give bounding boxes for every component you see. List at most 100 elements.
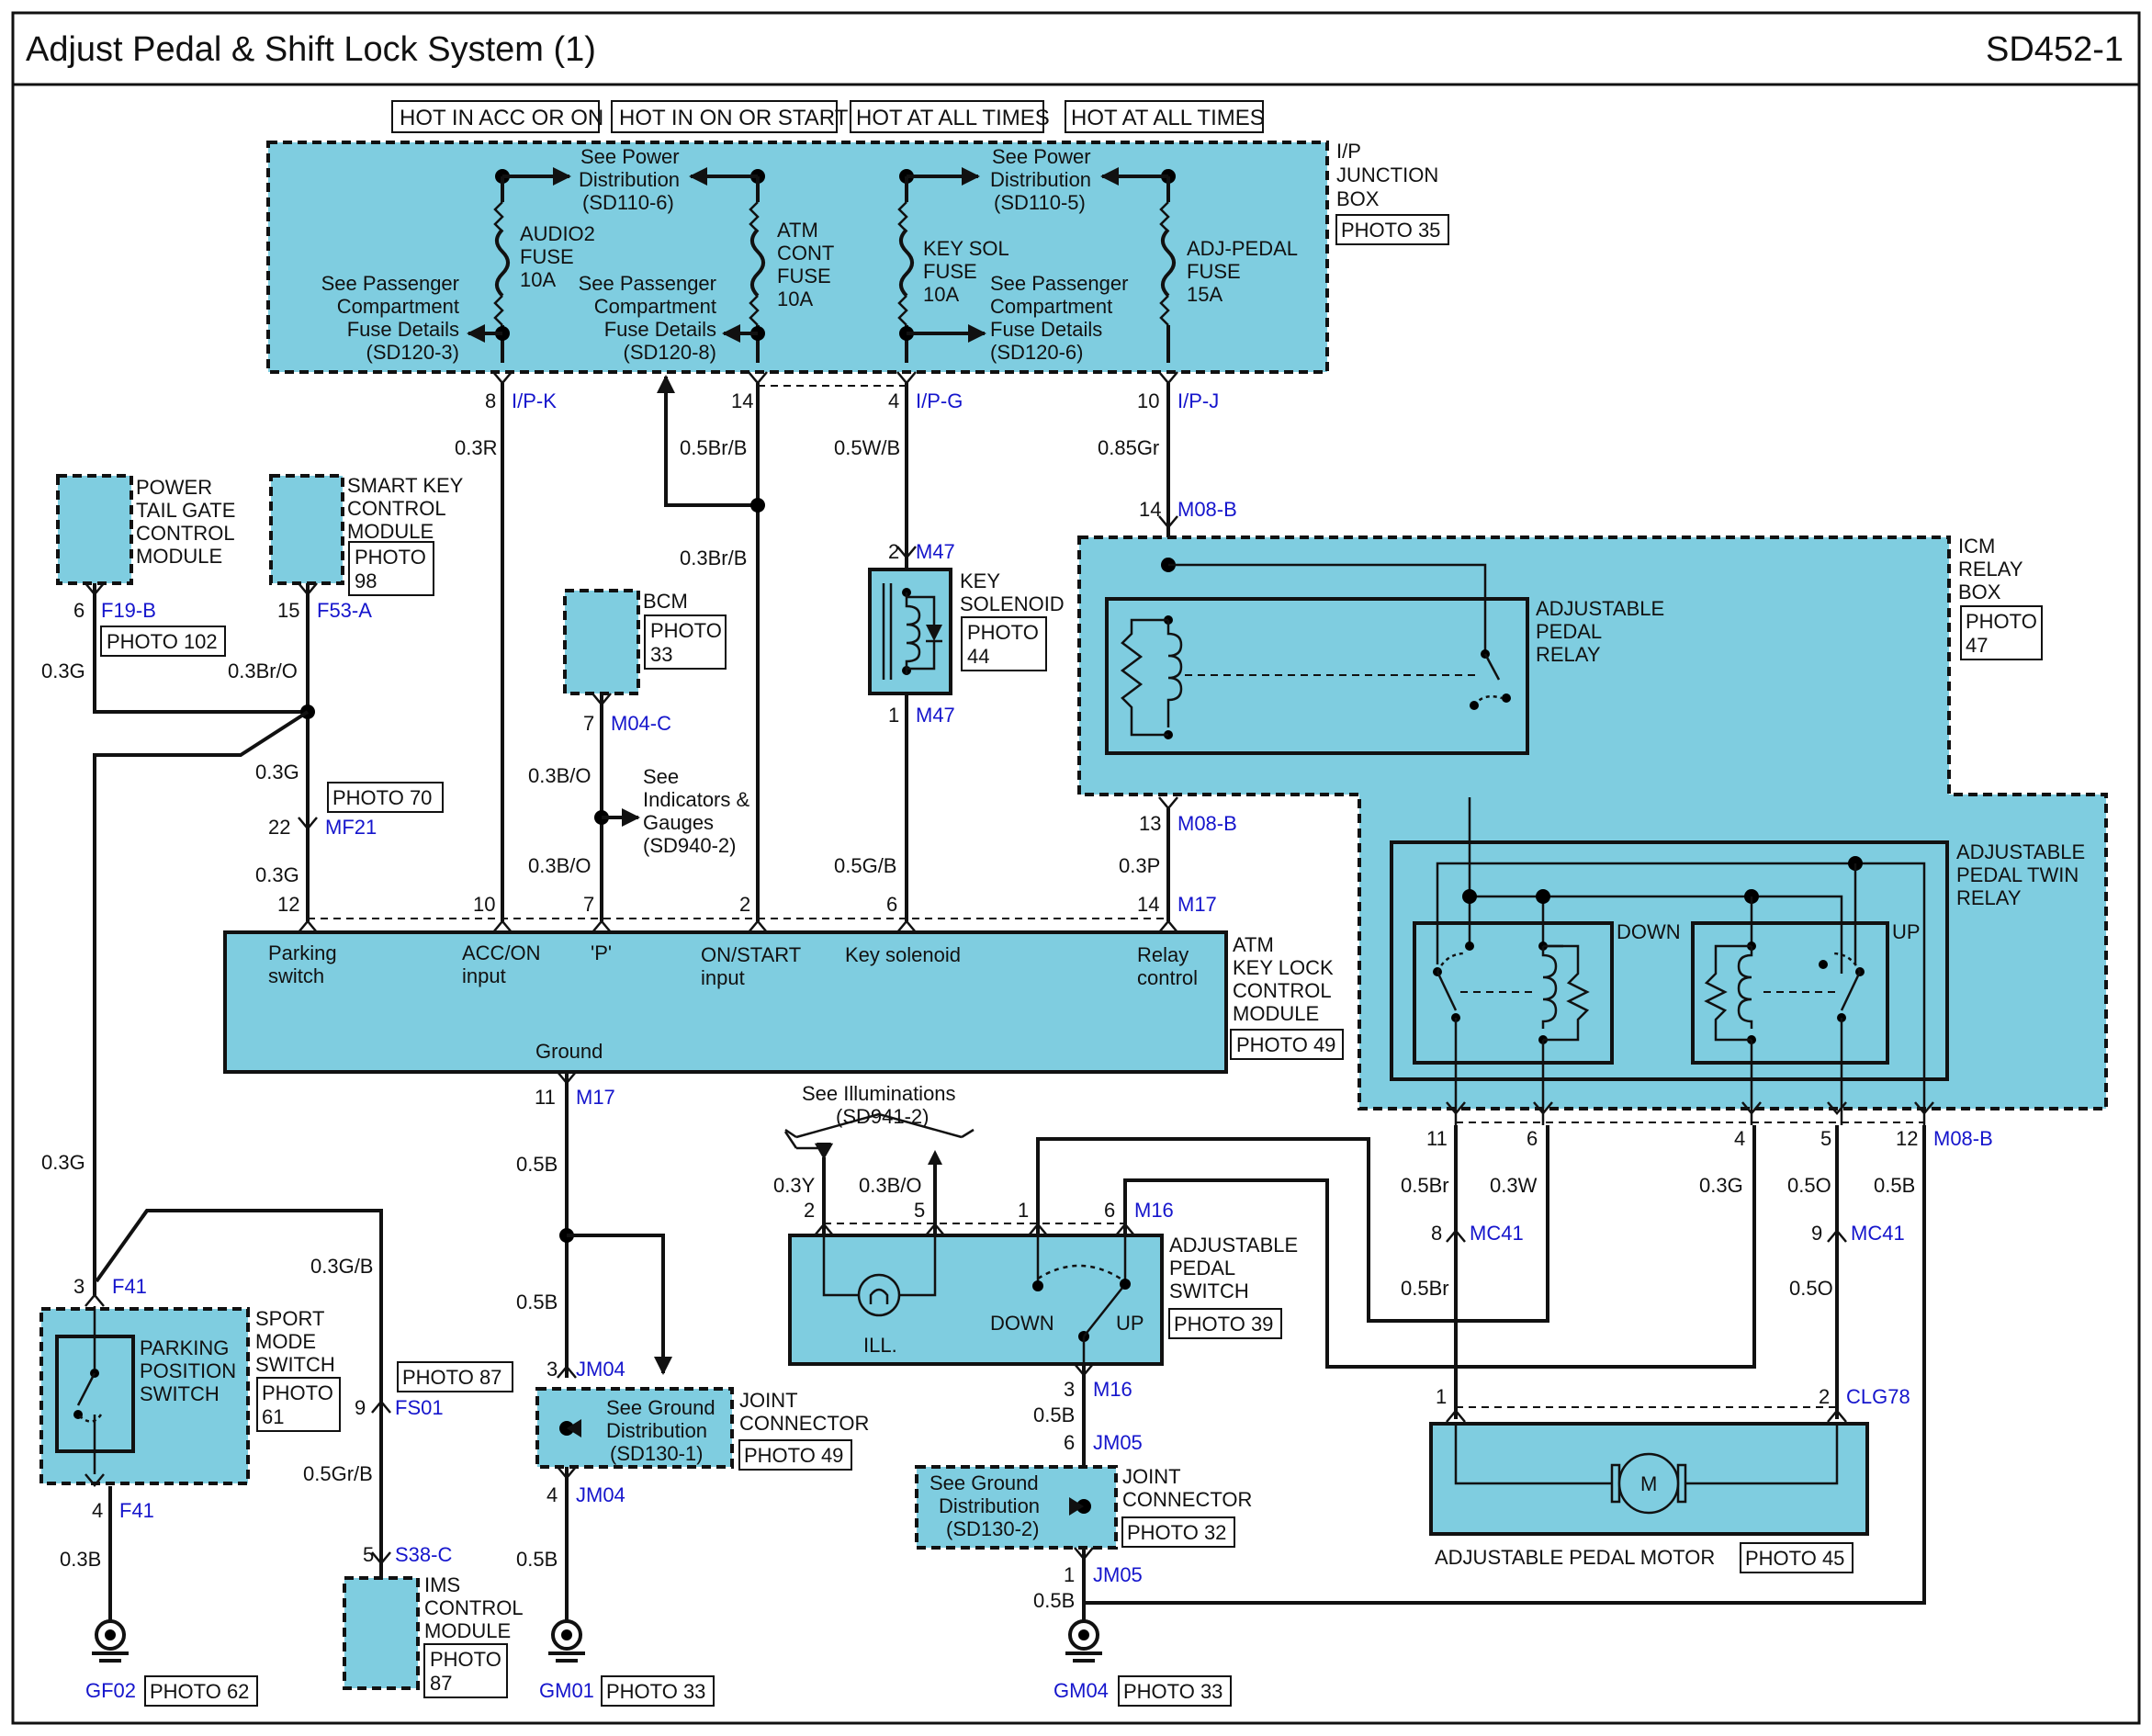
svg-text:1: 1	[888, 704, 899, 727]
svg-text:PHOTO 102: PHOTO 102	[107, 630, 218, 653]
adjustable-pedal-switch	[788, 1234, 1164, 1366]
svg-text:0.5G/B: 0.5G/B	[834, 854, 896, 877]
svg-text:0.5Br: 0.5Br	[1401, 1174, 1449, 1197]
power-tailgate-module	[56, 474, 133, 585]
svg-text:PHOTO 33: PHOTO 33	[1123, 1680, 1222, 1703]
svg-text:PHOTO 33: PHOTO 33	[606, 1680, 705, 1703]
svg-text:0.5B: 0.5B	[1033, 1589, 1075, 1612]
svg-text:5: 5	[1820, 1127, 1831, 1150]
svg-text:0.3G: 0.3G	[255, 761, 299, 783]
svg-text:ATMKEY LOCKCONTROLMODULE: ATM KEY LOCK CONTROL MODULE	[1233, 933, 1334, 1025]
ground-gf02	[92, 1619, 129, 1663]
svg-text:DOWN: DOWN	[990, 1312, 1054, 1335]
ground-gm04	[1065, 1619, 1102, 1663]
svg-text:JM04: JM04	[576, 1358, 625, 1381]
svg-text:UP: UP	[1116, 1312, 1144, 1335]
svg-text:0.5W/B: 0.5W/B	[834, 436, 900, 459]
hot-labels: HOT IN ACC OR ON HOT IN ON OR START HOT …	[391, 100, 1265, 133]
svg-text:0.3B/O: 0.3B/O	[859, 1174, 921, 1197]
ipjb-label: I/P JUNCTION BOX	[1336, 140, 1438, 210]
svg-text:0.3G/B: 0.3G/B	[310, 1255, 373, 1278]
svg-text:12: 12	[1896, 1127, 1918, 1150]
svg-text:14: 14	[731, 389, 753, 412]
svg-text:0.5Gr/B: 0.5Gr/B	[303, 1462, 373, 1485]
svg-text:GF02: GF02	[85, 1679, 136, 1702]
svg-text:0.3B/O: 0.3B/O	[528, 854, 591, 877]
schematic-canvas: Adjust Pedal & Shift Lock System (1) SD4…	[11, 11, 2141, 1725]
svg-text:PHOTO 62: PHOTO 62	[150, 1680, 249, 1703]
svg-text:M16: M16	[1093, 1378, 1132, 1401]
svg-text:0.5B: 0.5B	[516, 1153, 558, 1176]
svg-text:6: 6	[73, 599, 85, 622]
svg-text:1: 1	[1018, 1199, 1029, 1222]
svg-text:10: 10	[1137, 389, 1159, 412]
svg-text:6: 6	[1104, 1199, 1115, 1222]
svg-text:0.5O: 0.5O	[1789, 1277, 1833, 1300]
svg-text:JM04: JM04	[576, 1483, 625, 1506]
svg-text:0.3Br/O: 0.3Br/O	[228, 659, 298, 682]
svg-text:PHOTO 49: PHOTO 49	[744, 1444, 843, 1467]
svg-text:MC41: MC41	[1470, 1222, 1524, 1245]
svg-text:M: M	[1640, 1472, 1657, 1495]
svg-text:See PowerDistribution(SD110-6): See Power Distribution (SD110-6)	[579, 145, 680, 214]
svg-text:FS01: FS01	[395, 1396, 444, 1419]
svg-text:0.3R: 0.3R	[455, 436, 497, 459]
svg-text:6: 6	[1064, 1431, 1075, 1454]
svg-text:PHOTO 35: PHOTO 35	[1341, 219, 1440, 242]
svg-text:M47: M47	[916, 540, 955, 563]
svg-text:9: 9	[1811, 1222, 1822, 1245]
svg-text:7: 7	[583, 712, 594, 735]
svg-text:0.3G: 0.3G	[41, 1151, 85, 1174]
svg-text:4: 4	[1734, 1127, 1745, 1150]
svg-text:See GroundDistribution(SD130-1: See Ground Distribution (SD130-1)	[606, 1396, 715, 1465]
svg-text:0.5Br: 0.5Br	[1401, 1277, 1449, 1300]
svg-text:7: 7	[583, 893, 594, 916]
svg-text:0.3Br/B: 0.3Br/B	[680, 547, 747, 569]
svg-text:4: 4	[546, 1483, 558, 1506]
svg-text:3: 3	[1064, 1378, 1075, 1401]
svg-text:JOINTCONNECTOR: JOINT CONNECTOR	[739, 1389, 869, 1435]
svg-text:1: 1	[1064, 1563, 1075, 1586]
svg-text:4: 4	[92, 1499, 103, 1522]
svg-text:ILL.: ILL.	[863, 1334, 897, 1357]
svg-text:I/P-G: I/P-G	[916, 389, 963, 412]
svg-text:6: 6	[1527, 1127, 1538, 1150]
svg-text:0.3B: 0.3B	[60, 1548, 101, 1571]
svg-text:3: 3	[73, 1275, 85, 1298]
svg-text:PHOTO 49: PHOTO 49	[1236, 1033, 1335, 1056]
svg-text:MC41: MC41	[1851, 1222, 1905, 1245]
svg-text:JOINTCONNECTOR: JOINT CONNECTOR	[1122, 1465, 1252, 1511]
svg-text:0.3G: 0.3G	[41, 659, 85, 682]
bcm-module	[563, 589, 640, 695]
svg-text:8: 8	[1431, 1222, 1442, 1245]
svg-text:2: 2	[739, 893, 750, 916]
svg-text:HOT IN ON OR START: HOT IN ON OR START	[619, 106, 849, 130]
svg-text:4: 4	[888, 389, 899, 412]
svg-text:M08-B: M08-B	[1933, 1127, 1993, 1150]
svg-text:JM05: JM05	[1093, 1431, 1143, 1454]
atm-connectors	[298, 918, 1178, 933]
svg-text:5: 5	[363, 1543, 374, 1566]
svg-text:14: 14	[1137, 893, 1159, 916]
svg-text:0.5B: 0.5B	[1874, 1174, 1915, 1197]
svg-text:ICMRELAYBOX: ICM RELAY BOX	[1958, 535, 2023, 603]
svg-text:M47: M47	[916, 704, 955, 727]
svg-text:HOT AT ALL TIMES: HOT AT ALL TIMES	[856, 106, 1050, 130]
svg-text:F19-B: F19-B	[101, 599, 156, 622]
svg-text:0.5B: 0.5B	[516, 1548, 558, 1571]
svg-text:6: 6	[886, 893, 897, 916]
ims-control-module	[343, 1576, 420, 1690]
svg-text:0.5O: 0.5O	[1787, 1174, 1831, 1197]
svg-text:ADJUSTABLE PEDAL MOTOR: ADJUSTABLE PEDAL MOTOR	[1435, 1546, 1715, 1569]
svg-text:JM05: JM05	[1093, 1563, 1143, 1586]
svg-text:0.3W: 0.3W	[1490, 1174, 1538, 1197]
svg-text:0.3P: 0.3P	[1119, 854, 1160, 877]
svg-text:See PowerDistribution(SD110-5): See Power Distribution (SD110-5)	[990, 145, 1091, 214]
svg-text:2: 2	[804, 1199, 815, 1222]
svg-text:11: 11	[535, 1086, 556, 1109]
svg-text:M08-B: M08-B	[1177, 812, 1237, 835]
svg-text:BCM: BCM	[643, 590, 688, 613]
diagram-code: SD452-1	[1986, 30, 2124, 69]
svg-text:MF21: MF21	[325, 816, 377, 839]
svg-text:M17: M17	[576, 1086, 615, 1109]
